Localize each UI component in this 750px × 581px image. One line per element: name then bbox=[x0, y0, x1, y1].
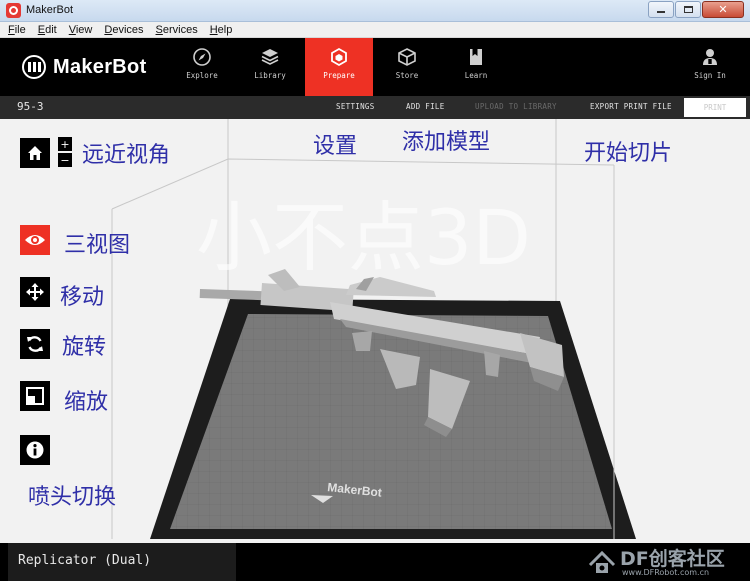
close-icon: ✕ bbox=[718, 3, 728, 16]
rotate-button[interactable] bbox=[20, 329, 50, 359]
zoom-out-button[interactable]: − bbox=[58, 153, 72, 167]
window-controls: ✕ bbox=[648, 1, 744, 18]
close-button[interactable]: ✕ bbox=[702, 1, 744, 18]
annotation-three-views: 三视图 bbox=[64, 233, 131, 258]
build-viewport[interactable]: MakerBot 小不点3D + − 远近视角 设置 添加模型 开始切片 三视图… bbox=[0, 119, 750, 543]
file-name: 95-3 bbox=[17, 100, 44, 113]
tab-learn[interactable]: Learn bbox=[442, 38, 510, 96]
annotation-settings: 设置 bbox=[313, 134, 358, 159]
title-bar: MakerBot ✕ bbox=[0, 0, 750, 22]
app-nav: MakerBot Explore Library Prepare Store L… bbox=[0, 38, 750, 96]
brand-name: MakerBot bbox=[53, 55, 147, 78]
makerbot-logo-icon bbox=[22, 55, 46, 79]
watermark-title: DF创客社区 bbox=[620, 548, 725, 570]
upload-to-library-button[interactable]: UPLOAD TO LIBRARY bbox=[475, 102, 557, 111]
annotation-scale: 缩放 bbox=[64, 390, 109, 415]
menu-file[interactable]: File bbox=[8, 24, 26, 36]
home-view-button[interactable] bbox=[20, 138, 50, 168]
settings-button[interactable]: SETTINGS bbox=[336, 102, 375, 111]
watermark-url: www.DFRobot.com.cn bbox=[622, 568, 710, 577]
eye-icon bbox=[25, 235, 45, 245]
annotation-start-slicing: 开始切片 bbox=[584, 141, 673, 166]
sign-in-button[interactable]: Sign In bbox=[676, 38, 744, 96]
tab-store[interactable]: Store bbox=[373, 38, 441, 96]
scale-icon bbox=[26, 387, 44, 405]
machine-selector[interactable]: Replicator (Dual) bbox=[8, 543, 236, 581]
menu-edit[interactable]: Edit bbox=[38, 24, 57, 36]
library-icon bbox=[261, 49, 279, 65]
maximize-icon bbox=[683, 6, 693, 13]
user-icon bbox=[703, 49, 717, 65]
menu-help[interactable]: Help bbox=[210, 24, 233, 36]
annotation-nozzle-switch: 喷头切换 bbox=[28, 485, 117, 510]
annotation-view-distance: 远近视角 bbox=[82, 143, 171, 168]
annotation-rotate: 旋转 bbox=[62, 335, 107, 360]
menu-view[interactable]: View bbox=[69, 24, 93, 36]
annotation-move: 移动 bbox=[60, 285, 105, 310]
store-icon bbox=[398, 48, 416, 66]
rotate-icon bbox=[27, 336, 43, 352]
minimize-icon bbox=[657, 11, 665, 13]
machine-name: Replicator (Dual) bbox=[18, 553, 152, 568]
dfrobot-watermark: DF创客社区 www.DFRobot.com.cn bbox=[586, 543, 750, 581]
viewport-watermark: 小不点3D bbox=[196, 193, 531, 282]
dfrobot-logo-icon bbox=[588, 550, 616, 573]
move-icon bbox=[26, 283, 44, 301]
status-bar: Replicator (Dual) DF创客社区 www.DFRobot.com… bbox=[0, 543, 750, 581]
learn-icon bbox=[470, 49, 482, 65]
prepare-icon bbox=[331, 47, 347, 67]
view-button[interactable] bbox=[20, 225, 50, 255]
tab-library[interactable]: Library bbox=[236, 38, 304, 96]
info-icon bbox=[26, 441, 44, 459]
home-icon bbox=[28, 146, 42, 160]
move-button[interactable] bbox=[20, 277, 50, 307]
maximize-button[interactable] bbox=[675, 1, 701, 18]
scale-button[interactable] bbox=[20, 381, 50, 411]
add-file-button[interactable]: ADD FILE bbox=[406, 102, 445, 111]
menu-services[interactable]: Services bbox=[156, 24, 198, 36]
makerbot-app-icon bbox=[6, 3, 21, 18]
info-button[interactable] bbox=[20, 435, 50, 465]
prepare-toolbar: 95-3 SETTINGS ADD FILE UPLOAD TO LIBRARY… bbox=[0, 96, 750, 119]
makerbot-logo[interactable]: MakerBot bbox=[22, 54, 147, 80]
annotation-add-model: 添加模型 bbox=[402, 130, 491, 155]
export-print-file-button[interactable]: EXPORT PRINT FILE bbox=[590, 102, 672, 111]
zoom-in-button[interactable]: + bbox=[58, 137, 72, 151]
menu-bar: File Edit View Devices Services Help bbox=[0, 22, 750, 38]
minimize-button[interactable] bbox=[648, 1, 674, 18]
tab-prepare[interactable]: Prepare bbox=[305, 38, 373, 96]
menu-devices[interactable]: Devices bbox=[104, 24, 143, 36]
compass-icon bbox=[193, 48, 211, 66]
window-title: MakerBot bbox=[26, 4, 74, 16]
print-button[interactable]: PRINT bbox=[684, 98, 746, 117]
tab-explore[interactable]: Explore bbox=[168, 38, 236, 96]
